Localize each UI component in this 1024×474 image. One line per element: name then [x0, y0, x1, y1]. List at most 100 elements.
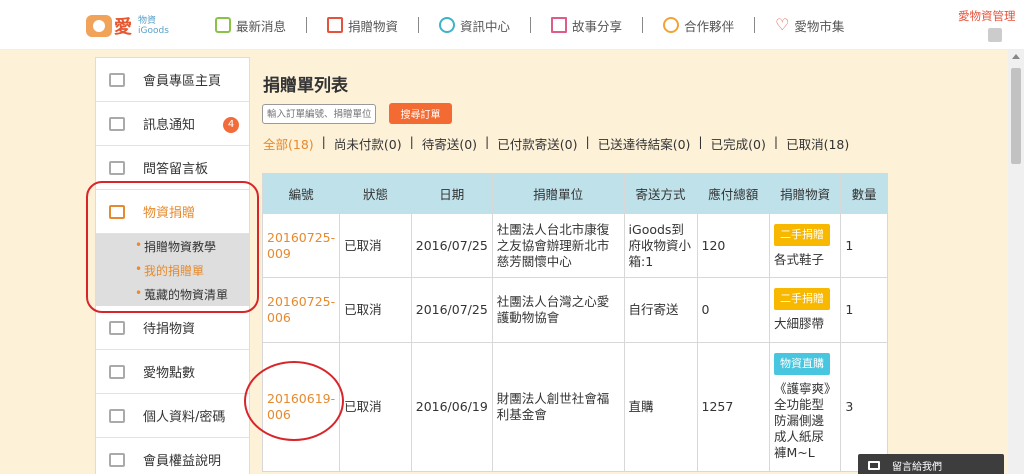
mail-icon [868, 460, 880, 470]
status-filters: 全部(18) | 尚未付款(0) | 待寄送(0) | 已付款寄送(0) | 已送達待結… [263, 134, 849, 153]
order-number-link[interactable]: 20160725-009 [267, 230, 335, 261]
nav-item-news[interactable]: 最新消息 [215, 14, 306, 36]
top-header: 愛 物資 iGoods 最新消息 捐贈物資 資訊中心 故事分享 合作夥伴 ♡ 愛… [0, 0, 1024, 50]
admin-link[interactable]: 愛物資管理 [958, 8, 1016, 24]
table-header-row: 編號 狀態 日期 捐贈單位 寄送方式 應付總額 捐贈物資 數量 [261, 173, 888, 214]
main-nav: 最新消息 捐贈物資 資訊中心 故事分享 合作夥伴 ♡ 愛物市集 [215, 14, 864, 36]
nav-item-info[interactable]: 資訊中心 [439, 14, 530, 36]
order-number-link[interactable]: 20160725-006 [267, 294, 335, 325]
nav-label: 最新消息 [236, 18, 287, 34]
filter-completed[interactable]: 已完成(0) [711, 134, 766, 153]
item-cell: 物資直購 《護寧爽》全功能型防漏側邊成人紙尿褲M~L [768, 342, 842, 472]
nav-item-stories[interactable]: 故事分享 [551, 14, 642, 36]
item-name: 大細膠帶 [774, 316, 825, 331]
sidebar-item-member-home[interactable]: 會員專區主頁 [96, 58, 249, 102]
order-number-cell: 20160725-009 [261, 213, 341, 278]
nav-item-market[interactable]: ♡ 愛物市集 [775, 14, 864, 36]
highlight-circle [86, 181, 259, 313]
sidebar-item-label: 愛物點數 [143, 366, 196, 381]
donation-type-tag: 物資直購 [774, 353, 830, 375]
page-title: 捐贈單列表 [263, 76, 348, 96]
sidebar-item-points[interactable]: 愛物點數 [96, 350, 249, 394]
filter-unpaid[interactable]: 尚未付款(0) [334, 134, 402, 153]
status-cell: 已取消 [339, 213, 412, 278]
filter-paid-shipped[interactable]: 已付款寄送(0) [497, 134, 577, 153]
chat-label: 留言給我們 [892, 461, 942, 473]
smile-icon [663, 17, 680, 33]
column-header: 狀態 [339, 173, 412, 214]
search-orders-button[interactable]: 搜尋訂單 [389, 103, 452, 124]
filter-cancelled[interactable]: 已取消(18) [786, 134, 849, 153]
nav-label: 資訊中心 [460, 18, 511, 34]
status-cell: 已取消 [339, 342, 412, 472]
sidebar-item-profile[interactable]: 個人資料/密碼 [96, 394, 249, 438]
site-logo[interactable]: 愛 物資 iGoods [86, 10, 176, 42]
filter-divider: | [585, 134, 590, 149]
donation-type-tag: 二手捐贈 [774, 223, 830, 246]
filter-divider: | [698, 134, 703, 149]
filter-all[interactable]: 全部(18) [263, 134, 314, 153]
unit-cell: 社團法人台北市康復之友協會辦理新北市慈芳關懷中心 [491, 213, 625, 278]
column-header: 捐贈單位 [491, 173, 625, 214]
quantity-cell: 1 [840, 213, 888, 278]
nav-label: 愛物市集 [794, 18, 845, 34]
column-header: 日期 [410, 173, 493, 214]
logo-mark-icon [86, 15, 112, 37]
sidebar-item-label: 待捐物資 [143, 322, 196, 337]
total-cell: 1257 [696, 342, 771, 472]
clock-icon [109, 320, 125, 335]
heart-icon: ♡ [775, 15, 790, 34]
unit-cell: 財團法人創世社會福利基金會 [491, 342, 625, 472]
date-cell: 2016/07/25 [410, 277, 493, 343]
quantity-cell: 1 [840, 277, 888, 343]
scroll-up-icon[interactable] [1012, 54, 1020, 59]
quantity-cell: 3 [840, 342, 888, 472]
ticket-icon [109, 364, 125, 379]
status-cell: 已取消 [339, 277, 412, 343]
nav-item-donate[interactable]: 捐贈物資 [327, 14, 418, 36]
nav-divider [642, 17, 644, 33]
filter-divider: | [485, 134, 490, 149]
column-header: 數量 [840, 173, 888, 214]
order-number-cell: 20160725-006 [261, 277, 341, 343]
sidebar-item-label: 個人資料/密碼 [143, 410, 226, 425]
heart-box-icon[interactable] [988, 28, 1002, 42]
shipping-cell: iGoods到府收物資小箱:1 [623, 213, 698, 278]
sidebar-item-label: 問答留言板 [143, 162, 209, 177]
highlight-circle [244, 361, 344, 441]
card-icon [109, 452, 125, 467]
scroll-thumb[interactable] [1011, 68, 1021, 164]
unit-cell: 社團法人台灣之心愛護動物協會 [491, 277, 625, 343]
sidebar-item-label: 訊息通知 [143, 118, 196, 133]
table-row: 20160725-009 已取消 2016/07/25 社團法人台北市康復之友協… [261, 213, 888, 278]
nav-divider [754, 17, 756, 33]
sidebar-item-label: 會員權益說明 [143, 454, 222, 469]
chat-icon [109, 160, 125, 175]
logo-sub-cn: 物資 [138, 16, 157, 26]
message-icon [109, 116, 125, 131]
nav-label: 合作夥伴 [684, 18, 735, 34]
user-icon [109, 408, 125, 423]
table-row: 20160725-006 已取消 2016/07/25 社團法人台灣之心愛護動物… [261, 277, 888, 343]
page-scrollbar[interactable] [1008, 50, 1024, 474]
sidebar-item-label: 會員專區主頁 [143, 74, 222, 89]
gift-icon [327, 17, 344, 33]
logo-sub-en: iGoods [138, 26, 169, 36]
filter-to-ship[interactable]: 待寄送(0) [422, 134, 477, 153]
news-icon [215, 17, 231, 33]
monitor-icon [109, 72, 125, 87]
filter-delivered[interactable]: 已送達待結案(0) [598, 134, 691, 153]
logo-text: 愛 [114, 17, 132, 38]
search-input[interactable] [262, 104, 376, 124]
filter-divider: | [321, 134, 326, 149]
nav-item-partners[interactable]: 合作夥伴 [663, 14, 754, 36]
sidebar-item-benefits[interactable]: 會員權益說明 [96, 438, 249, 474]
notification-badge: 4 [223, 117, 239, 133]
logo-subtext: 物資 iGoods [138, 16, 169, 36]
info-icon [439, 17, 456, 33]
column-header: 捐贈物資 [768, 173, 842, 214]
leave-message-button[interactable]: 留言給我們 [858, 454, 1004, 474]
nav-divider [306, 17, 308, 33]
nav-divider [418, 17, 420, 33]
sidebar-item-notifications[interactable]: 訊息通知 4 [96, 102, 249, 146]
